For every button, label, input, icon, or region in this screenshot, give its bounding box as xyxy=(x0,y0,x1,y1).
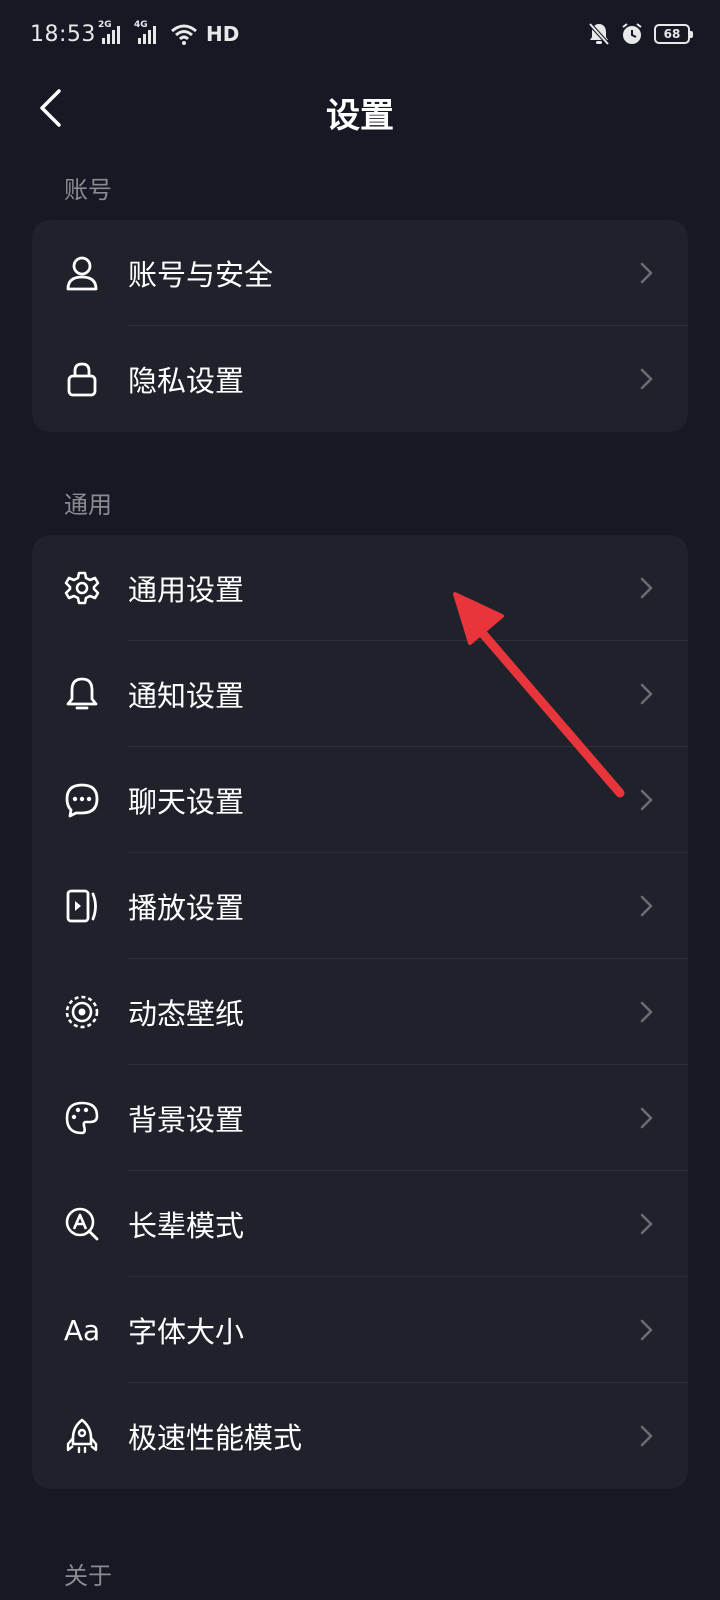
settings-item-background[interactable]: 背景设置 xyxy=(32,1065,688,1171)
font-size-icon: Aa xyxy=(64,1312,100,1348)
settings-item-elder-mode[interactable]: 长辈模式 xyxy=(32,1171,688,1277)
nav-header: 设置 xyxy=(0,72,720,144)
person-icon xyxy=(64,255,100,291)
chevron-right-icon xyxy=(640,262,653,284)
chevron-right-icon xyxy=(640,577,653,599)
chat-bubble-icon xyxy=(64,782,100,818)
hd-indicator: HD xyxy=(206,22,240,46)
settings-item-label: 聊天设置 xyxy=(128,785,245,819)
settings-item-account-security[interactable]: 账号与安全 xyxy=(32,220,688,326)
chevron-right-icon xyxy=(640,1001,653,1023)
rocket-icon xyxy=(64,1418,100,1454)
chevron-right-icon xyxy=(640,683,653,705)
chevron-right-icon xyxy=(640,1213,653,1235)
settings-item-live-wallpaper[interactable]: 动态壁纸 xyxy=(32,959,688,1065)
settings-item-label: 极速性能模式 xyxy=(128,1421,303,1455)
settings-item-privacy[interactable]: 隐私设置 xyxy=(32,326,688,432)
chevron-right-icon xyxy=(640,1319,653,1341)
chevron-right-icon xyxy=(640,1107,653,1129)
font-size-icon-text: Aa xyxy=(63,1313,101,1347)
status-bar: 18:53 2G 4G HD 68 xyxy=(0,0,720,72)
settings-item-label: 通知设置 xyxy=(128,679,245,713)
status-right-icons: 68 xyxy=(588,22,693,46)
chevron-right-icon xyxy=(640,789,653,811)
lock-icon xyxy=(64,361,100,397)
palette-icon xyxy=(64,1100,100,1136)
gear-icon xyxy=(64,570,100,606)
signal-icon: 4G xyxy=(134,20,164,48)
bell-off-icon xyxy=(588,22,610,46)
account-card: 账号与安全 隐私设置 xyxy=(32,220,688,432)
section-label-account: 账号 xyxy=(64,176,112,204)
page-title: 设置 xyxy=(326,96,394,136)
settings-item-label: 隐私设置 xyxy=(128,364,245,398)
settings-item-notification[interactable]: 通知设置 xyxy=(32,641,688,747)
chevron-right-icon xyxy=(640,1425,653,1447)
wifi-icon xyxy=(171,24,197,45)
status-time: 18:53 xyxy=(30,22,96,47)
elder-mode-icon xyxy=(64,1206,100,1242)
play-icon xyxy=(64,888,100,924)
settings-item-playback[interactable]: 播放设置 xyxy=(32,853,688,959)
general-card: 通用设置 通知设置 聊天设置 播放设置 动态壁纸 背景设置 长辈模式 Aa 字体… xyxy=(32,535,688,1489)
settings-item-general[interactable]: 通用设置 xyxy=(32,535,688,641)
settings-item-label: 长辈模式 xyxy=(128,1209,245,1243)
settings-item-font-size[interactable]: Aa 字体大小 xyxy=(32,1277,688,1383)
status-left-icons: 2G 4G HD xyxy=(98,20,239,48)
settings-item-label: 账号与安全 xyxy=(128,258,274,292)
settings-item-label: 字体大小 xyxy=(128,1315,245,1349)
settings-item-label: 背景设置 xyxy=(128,1103,245,1137)
signal-icon: 2G xyxy=(98,20,128,48)
section-label-about: 关于 xyxy=(64,1562,112,1590)
alarm-icon xyxy=(622,23,642,44)
battery-level: 68 xyxy=(663,27,681,41)
chevron-right-icon xyxy=(640,368,653,390)
battery-icon: 68 xyxy=(654,24,693,44)
section-label-general: 通用 xyxy=(64,491,112,519)
settings-item-performance-mode[interactable]: 极速性能模式 xyxy=(32,1383,688,1489)
settings-item-label: 播放设置 xyxy=(128,891,245,925)
settings-item-label: 通用设置 xyxy=(128,573,245,607)
chevron-right-icon xyxy=(640,895,653,917)
settings-item-chat[interactable]: 聊天设置 xyxy=(32,747,688,853)
bell-icon xyxy=(64,676,100,712)
live-wallpaper-icon xyxy=(64,994,100,1030)
settings-item-label: 动态壁纸 xyxy=(128,997,245,1031)
